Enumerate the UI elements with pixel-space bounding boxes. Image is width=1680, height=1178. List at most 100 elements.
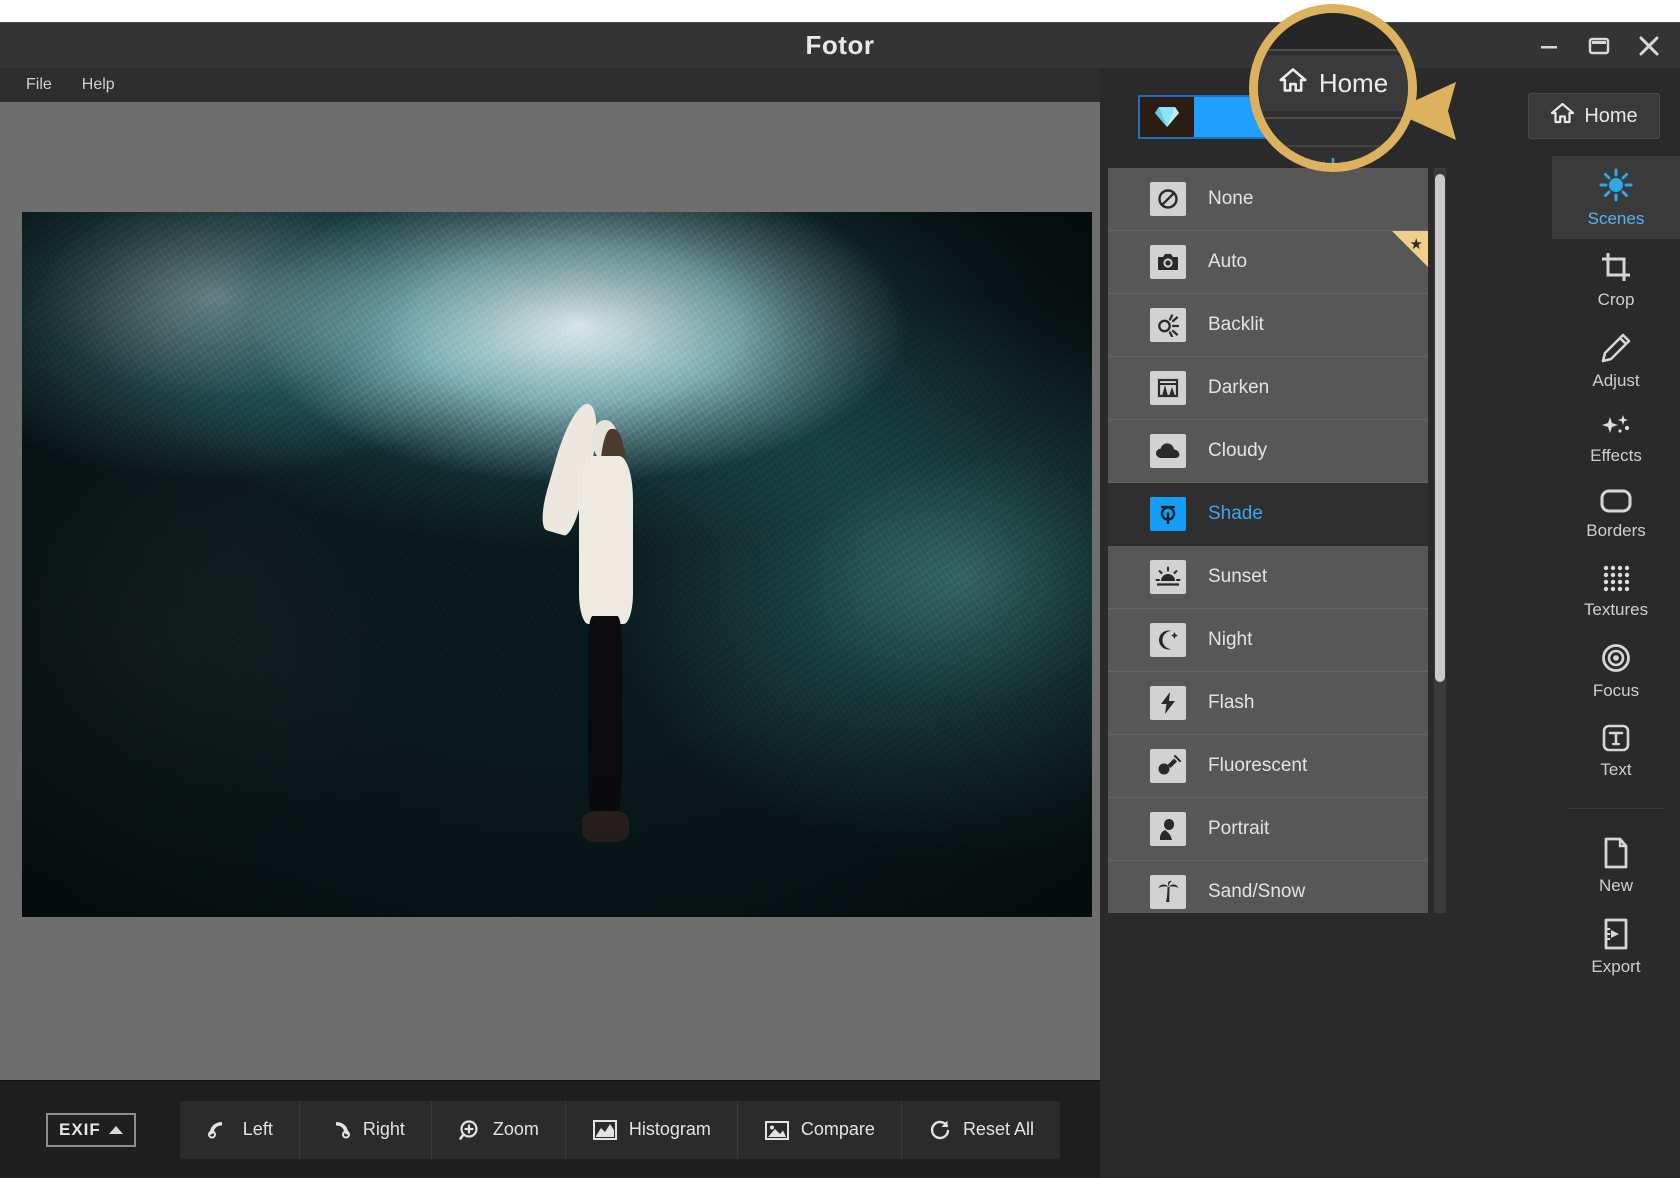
rail-label: Effects xyxy=(1590,446,1642,466)
scene-item-auto[interactable]: Auto ★ xyxy=(1108,231,1428,294)
compare-button[interactable]: Compare xyxy=(738,1101,902,1159)
scene-label: Fluorescent xyxy=(1208,755,1307,777)
scene-label: Darken xyxy=(1208,377,1269,399)
magnifier-divider-3 xyxy=(1258,145,1408,147)
menu-item-help[interactable]: Help xyxy=(82,76,115,94)
palm-tree-icon xyxy=(1150,875,1186,909)
rotate-right-button[interactable]: Right xyxy=(300,1101,432,1159)
compare-label: Compare xyxy=(801,1119,875,1140)
portrait-icon xyxy=(1150,812,1186,846)
scene-item-night[interactable]: Night xyxy=(1108,609,1428,672)
maximize-icon[interactable] xyxy=(1578,29,1620,63)
scene-label: Sunset xyxy=(1208,566,1267,588)
star-icon: ★ xyxy=(1410,235,1423,253)
shade-icon xyxy=(1150,497,1186,531)
magnifier-content: Home xyxy=(1258,13,1408,163)
photo-preview[interactable] xyxy=(22,212,1092,917)
scene-item-sunset[interactable]: Sunset xyxy=(1108,546,1428,609)
minimize-icon[interactable] xyxy=(1528,29,1570,63)
scene-label: Flash xyxy=(1208,692,1254,714)
rail-item-export[interactable]: Export xyxy=(1552,906,1680,987)
moon-star-icon xyxy=(1150,623,1186,657)
scene-label: None xyxy=(1208,188,1253,210)
magnified-sun-burst-icon xyxy=(1315,155,1351,172)
dot-grid-icon xyxy=(1601,563,1631,593)
rail-label: Text xyxy=(1600,760,1631,780)
rotate-right-icon xyxy=(326,1118,352,1142)
new-document-icon xyxy=(1601,837,1631,869)
fotor-app-window: Fotor File Help xyxy=(0,0,1680,1178)
reset-all-button[interactable]: Reset All xyxy=(902,1101,1060,1159)
fluorescent-icon xyxy=(1150,749,1186,783)
scene-item-cloudy[interactable]: Cloudy xyxy=(1108,420,1428,483)
scenes-scrollbar-thumb[interactable] xyxy=(1435,174,1445,682)
rail-label: Borders xyxy=(1586,521,1646,541)
scene-item-flash[interactable]: Flash xyxy=(1108,672,1428,735)
no-entry-icon xyxy=(1150,182,1186,216)
scene-item-none[interactable]: None xyxy=(1108,168,1428,231)
rotate-right-label: Right xyxy=(363,1119,405,1140)
scene-label: Sand/Snow xyxy=(1208,881,1305,903)
scene-item-sand-snow[interactable]: Sand/Snow xyxy=(1108,861,1428,913)
rail-item-effects[interactable]: Effects xyxy=(1552,401,1680,476)
rail-label: Textures xyxy=(1584,600,1648,620)
magnifier-divider-2 xyxy=(1258,117,1408,119)
window-controls xyxy=(1528,23,1670,69)
exif-button[interactable]: EXIF xyxy=(46,1113,136,1147)
lightning-icon xyxy=(1150,686,1186,720)
rail-divider xyxy=(1568,808,1664,809)
rounded-rect-icon xyxy=(1599,488,1633,514)
menu-item-file[interactable]: File xyxy=(26,76,52,94)
sunset-icon xyxy=(1150,560,1186,594)
scene-label: Backlit xyxy=(1208,314,1264,336)
scenes-list[interactable]: None Auto ★ xyxy=(1108,168,1428,913)
rail-label: New xyxy=(1599,876,1633,896)
scene-label: Night xyxy=(1208,629,1252,651)
magnified-home-label: Home xyxy=(1319,68,1388,99)
rail-label: Scenes xyxy=(1588,209,1645,229)
rail-item-focus[interactable]: Focus xyxy=(1552,630,1680,711)
scene-item-darken[interactable]: Darken xyxy=(1108,357,1428,420)
rotate-left-label: Left xyxy=(243,1119,273,1140)
rail-item-text[interactable]: Text xyxy=(1552,711,1680,790)
scene-item-shade[interactable]: Shade xyxy=(1108,483,1428,546)
scene-label: Shade xyxy=(1208,503,1263,525)
bottom-tool-group: Left Right xyxy=(180,1101,1060,1159)
editor-canvas xyxy=(0,102,1100,1080)
scene-item-portrait[interactable]: Portrait xyxy=(1108,798,1428,861)
zoom-in-icon xyxy=(458,1118,482,1142)
scene-item-backlit[interactable]: Backlit xyxy=(1108,294,1428,357)
photo-vignette xyxy=(22,212,1092,917)
scene-item-fluorescent[interactable]: Fluorescent xyxy=(1108,735,1428,798)
caret-up-icon xyxy=(109,1126,123,1134)
sun-burst-icon xyxy=(1599,168,1633,202)
rail-item-scenes[interactable]: Scenes xyxy=(1552,156,1680,239)
home-label: Home xyxy=(1584,105,1637,128)
rail-item-borders[interactable]: Borders xyxy=(1552,476,1680,551)
rail-label: Adjust xyxy=(1592,371,1639,391)
scene-label: Cloudy xyxy=(1208,440,1267,462)
home-button[interactable]: Home xyxy=(1528,93,1660,139)
magnifier-divider-1 xyxy=(1258,49,1408,51)
rail-item-adjust[interactable]: Adjust xyxy=(1552,320,1680,401)
histogram-button[interactable]: Histogram xyxy=(566,1101,738,1159)
scene-label: Auto xyxy=(1208,251,1247,273)
camera-icon xyxy=(1150,245,1186,279)
zoom-button[interactable]: Zoom xyxy=(432,1101,566,1159)
rail-item-textures[interactable]: Textures xyxy=(1552,551,1680,630)
sparkles-icon xyxy=(1600,413,1632,439)
home-icon xyxy=(1278,66,1308,101)
rail-label: Crop xyxy=(1598,290,1635,310)
compare-image-icon xyxy=(764,1118,790,1142)
rail-item-crop[interactable]: Crop xyxy=(1552,239,1680,320)
zoom-label: Zoom xyxy=(493,1119,539,1140)
darken-icon xyxy=(1150,371,1186,405)
rotate-left-button[interactable]: Left xyxy=(180,1101,300,1159)
home-icon xyxy=(1550,101,1575,131)
scene-label: Portrait xyxy=(1208,818,1269,840)
target-icon xyxy=(1600,642,1632,674)
text-t-icon xyxy=(1601,723,1631,753)
backlit-sun-icon xyxy=(1150,308,1186,342)
rail-item-new[interactable]: New xyxy=(1552,825,1680,906)
close-icon[interactable] xyxy=(1628,29,1670,63)
